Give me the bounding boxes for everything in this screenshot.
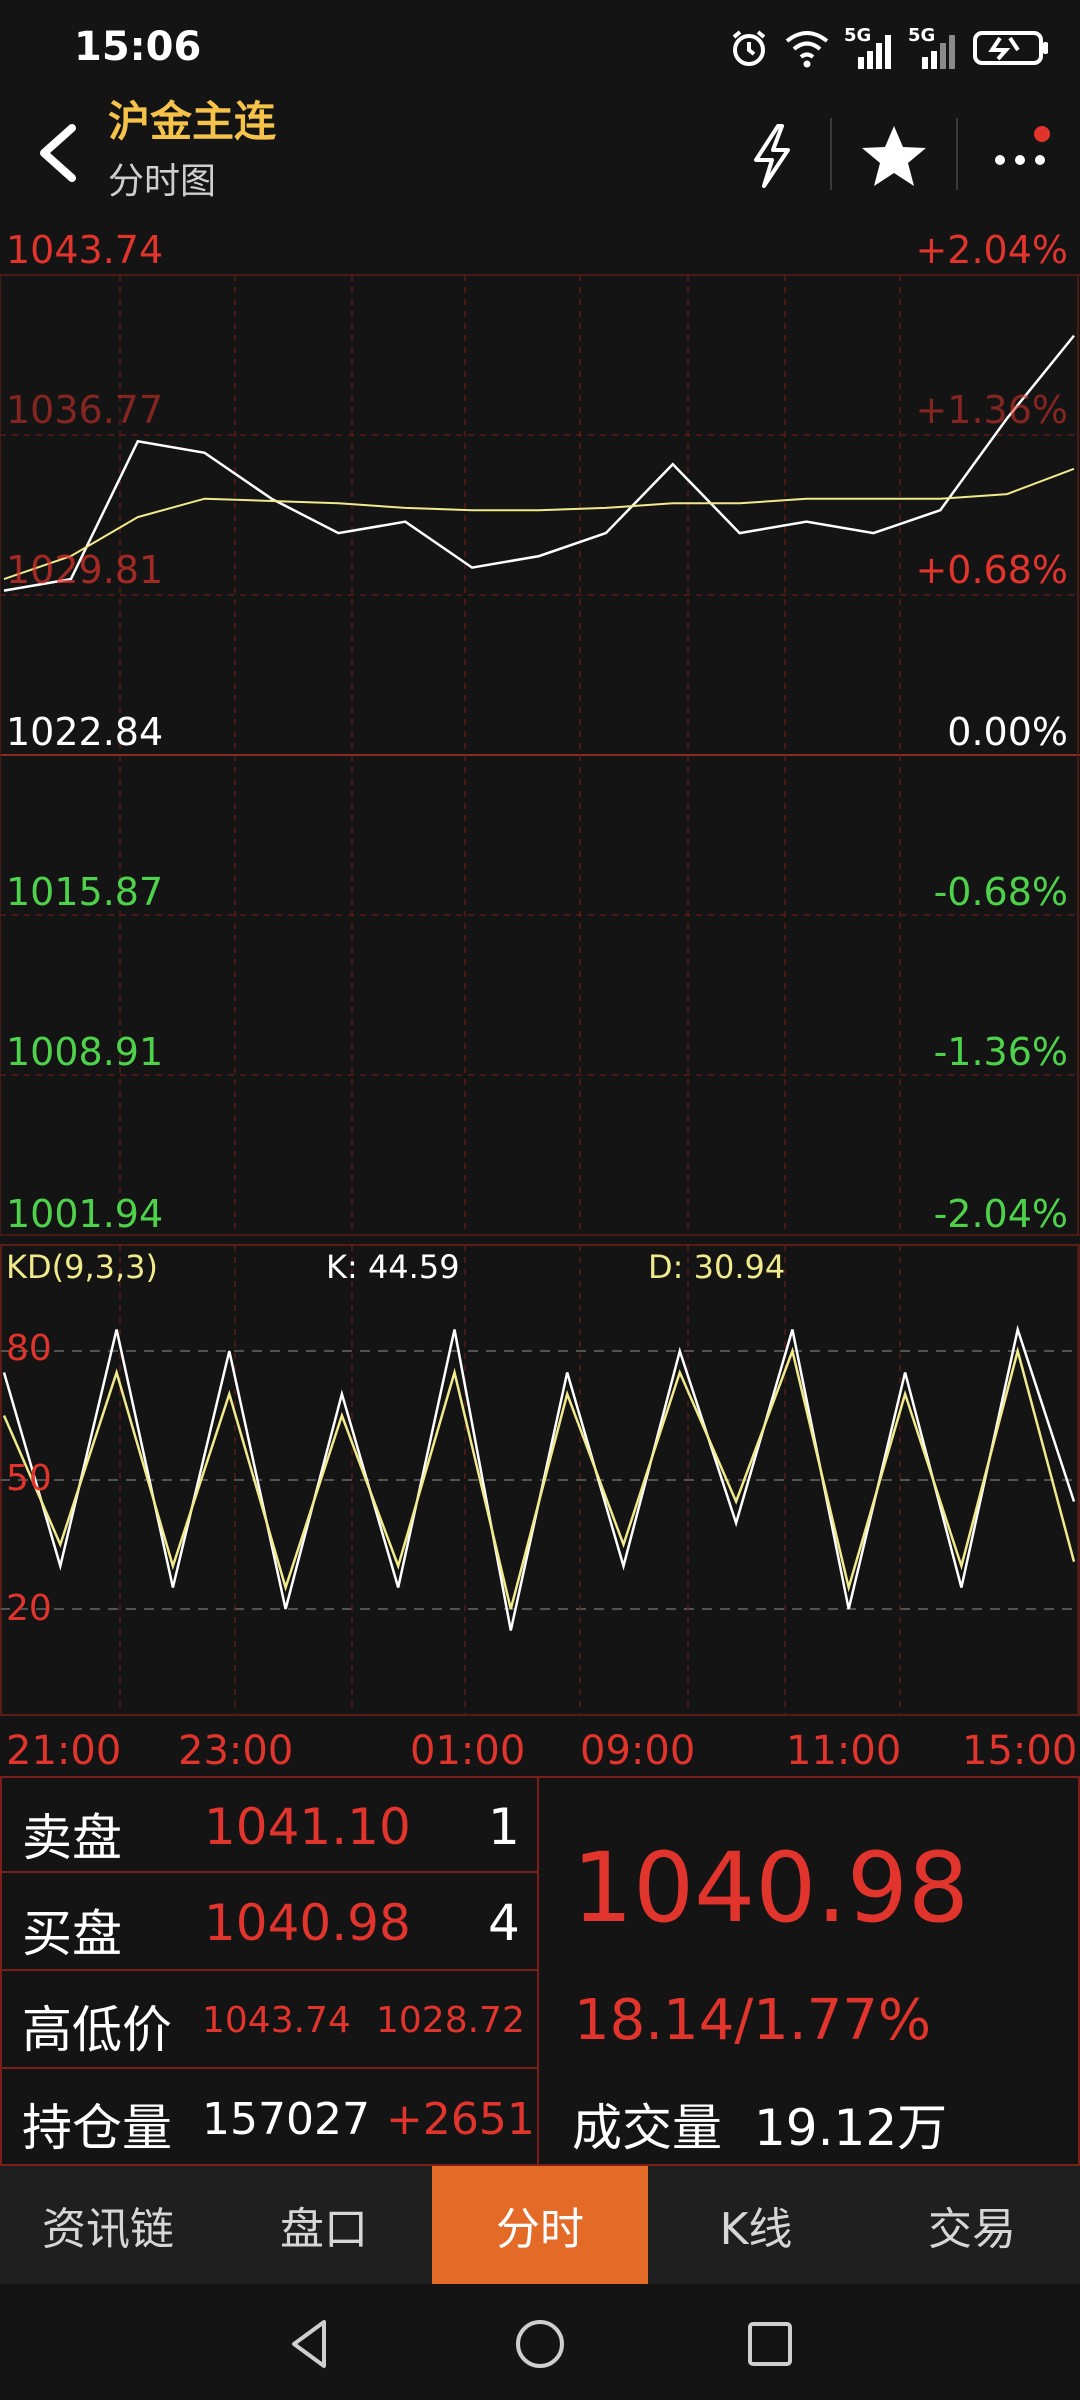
header-divider <box>830 118 832 190</box>
low-price: 1028.72 <box>376 2000 525 2041</box>
pct-label-3: +0.68% <box>915 548 1068 592</box>
time-tick-6: 15:00 <box>962 1728 1078 1774</box>
price-label-2: 1036.77 <box>6 388 164 432</box>
average-price-line <box>3 467 1075 581</box>
tab-order-book[interactable]: 盘口 <box>216 2166 432 2284</box>
star-icon <box>862 126 926 186</box>
signal-icon-1: 5G <box>844 25 894 71</box>
pct-label-5: -0.68% <box>933 870 1068 914</box>
system-nav-bar <box>0 2284 1080 2400</box>
sell-volume: 1 <box>488 1798 520 1856</box>
nav-recents-icon <box>748 2322 792 2366</box>
page-title: 沪金主连 <box>108 97 277 146</box>
back-button[interactable] <box>26 118 96 188</box>
pct-label-6: -1.36% <box>933 1030 1068 1074</box>
high-low-label: 高低价 <box>22 2001 172 2059</box>
open-interest-change: +2651 <box>386 2094 535 2145</box>
flash-button[interactable] <box>736 120 808 192</box>
price-label-7: 1001.94 <box>6 1192 164 1236</box>
alarm-icon <box>728 27 770 73</box>
sell-label: 卖盘 <box>22 1809 122 1867</box>
tab-news-chain[interactable]: 资讯链 <box>0 2166 216 2284</box>
price-label-1: 1043.74 <box>6 228 164 272</box>
nav-back-icon <box>292 2320 326 2368</box>
buy-price: 1040.98 <box>204 1894 411 1952</box>
time-tick-5: 11:00 <box>786 1728 902 1774</box>
status-time: 15:06 <box>74 24 202 70</box>
last-price: 1040.98 <box>572 1832 969 1944</box>
wifi-icon <box>784 27 830 73</box>
chart-area[interactable] <box>0 215 1080 1775</box>
more-dots-icon <box>995 126 1050 165</box>
price-line <box>3 334 1075 592</box>
kd-k-value: K: 44.59 <box>326 1248 460 1286</box>
volume-value: 19.12万 <box>754 2099 948 2157</box>
lightning-icon <box>754 124 790 188</box>
tab-intraday[interactable]: 分时 <box>432 2166 648 2284</box>
high-price: 1043.74 <box>202 2000 351 2041</box>
time-tick-3: 01:00 <box>410 1728 526 1774</box>
price-label-4: 1022.84 <box>6 710 164 754</box>
page-subtitle: 分时图 <box>108 161 217 202</box>
volume-label: 成交量 <box>572 2099 722 2157</box>
pct-label-7: -2.04% <box>933 1192 1068 1236</box>
pct-label-4: 0.00% <box>947 710 1068 754</box>
tab-kline[interactable]: K线 <box>648 2166 864 2284</box>
kd-level-50: 50 <box>6 1458 52 1499</box>
nav-recents-button[interactable] <box>740 2314 800 2374</box>
status-bar: 15:06 5G 5G <box>0 0 1080 100</box>
status-icons: 5G 5G <box>728 25 1050 73</box>
kd-indicator-name: KD(9,3,3) <box>6 1248 159 1286</box>
bottom-tabs: 资讯链 盘口 分时 K线 交易 <box>0 2166 1080 2284</box>
kd-d-value: D: 30.94 <box>648 1248 786 1286</box>
buy-volume: 4 <box>488 1894 520 1952</box>
battery-icon <box>972 27 1050 73</box>
header-divider-2 <box>956 118 958 190</box>
more-button[interactable] <box>984 120 1056 192</box>
nav-home-icon <box>516 2320 564 2368</box>
kd-level-20: 20 <box>6 1588 52 1629</box>
time-tick-4: 09:00 <box>580 1728 696 1774</box>
open-interest-label: 持仓量 <box>22 2099 172 2157</box>
open-interest-value: 157027 <box>202 2094 370 2145</box>
price-label-6: 1008.91 <box>6 1030 164 1074</box>
nav-back-button[interactable] <box>280 2314 340 2374</box>
time-tick-2: 23:00 <box>178 1728 294 1774</box>
price-change: 18.14/1.77% <box>574 1988 932 2053</box>
time-tick-1: 21:00 <box>6 1728 122 1774</box>
price-label-5: 1015.87 <box>6 870 164 914</box>
kd-level-80: 80 <box>6 1328 52 1369</box>
nav-home-button[interactable] <box>510 2314 570 2374</box>
pct-label-2: +1.36% <box>915 388 1068 432</box>
buy-label: 买盘 <box>22 1905 122 1963</box>
pct-label-1: +2.04% <box>915 228 1068 272</box>
sell-price: 1041.10 <box>204 1798 411 1856</box>
tab-trade[interactable]: 交易 <box>864 2166 1080 2284</box>
signal-icon-2: 5G <box>908 25 958 71</box>
price-chart <box>0 274 1080 1716</box>
favorite-button[interactable] <box>858 120 930 192</box>
back-arrow-icon <box>40 124 76 182</box>
price-label-3: 1029.81 <box>6 548 164 592</box>
